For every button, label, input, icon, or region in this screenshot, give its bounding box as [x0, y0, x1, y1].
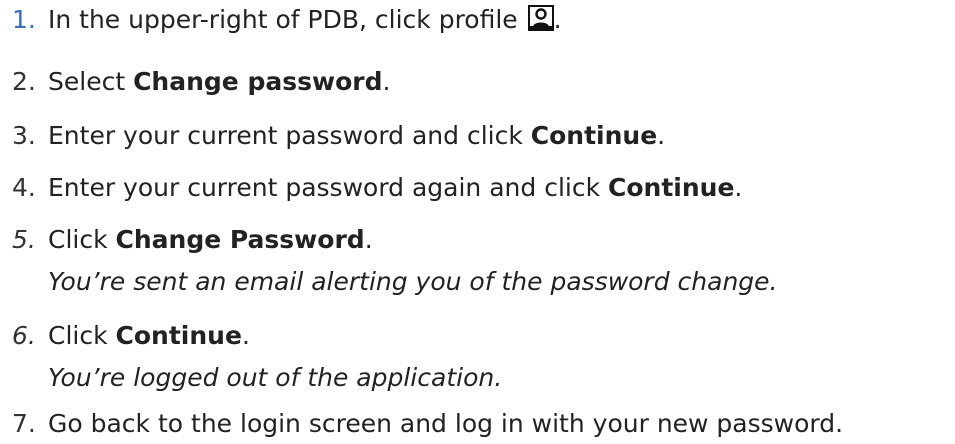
step-text: Click	[48, 321, 116, 350]
instruction-list: 1. In the upper-right of PDB, click profi…	[0, 0, 955, 444]
step-text-bold: Change Password	[115, 225, 365, 254]
step-number: 4.	[12, 173, 36, 202]
step-text: Enter your current password again and cl…	[48, 173, 609, 202]
step-text: Click	[48, 225, 116, 254]
step-text-bold: Continue	[608, 173, 735, 202]
step-text-end: .	[734, 173, 743, 202]
step-5: 5. Click Change Password.	[12, 224, 373, 256]
step-text: In the upper-right of PDB, click profile	[48, 5, 518, 34]
step-text-end: .	[382, 67, 391, 96]
step-text-bold: Continue	[530, 121, 658, 150]
step-text-end: .	[241, 321, 250, 350]
step-number: 7.	[12, 409, 36, 438]
step-number: 1.	[12, 5, 36, 34]
step-text-bold: Change password	[133, 67, 383, 96]
step-1: 1. In the upper-right of PDB, click profi…	[12, 4, 562, 36]
step-text-bold: Continue	[115, 321, 242, 350]
step-text: Select	[48, 67, 134, 96]
profile-icon	[527, 5, 554, 31]
step-text-end: .	[657, 121, 666, 150]
step-3: 3. Enter your current password and click …	[12, 120, 665, 152]
step-number: 5.	[12, 225, 36, 254]
step-6: 6. Click Continue.	[12, 320, 250, 352]
step-text-end: .	[364, 225, 373, 254]
step-text-end: .	[553, 5, 562, 34]
step-text: Enter your current password and click	[48, 121, 531, 150]
step-number: 3.	[12, 121, 36, 150]
step-number: 2.	[12, 67, 36, 96]
step-2: 2. Select Change password.	[12, 66, 390, 98]
step-5-note: You’re sent an email alerting you of the…	[48, 267, 778, 296]
step-6-note: You’re logged out of the application.	[48, 363, 503, 392]
step-text: Go back to the login screen and log in w…	[48, 409, 844, 438]
step-number: 6.	[12, 321, 36, 350]
step-7: 7. Go back to the login screen and log in…	[12, 408, 843, 440]
step-4: 4. Enter your current password again and …	[12, 172, 742, 204]
